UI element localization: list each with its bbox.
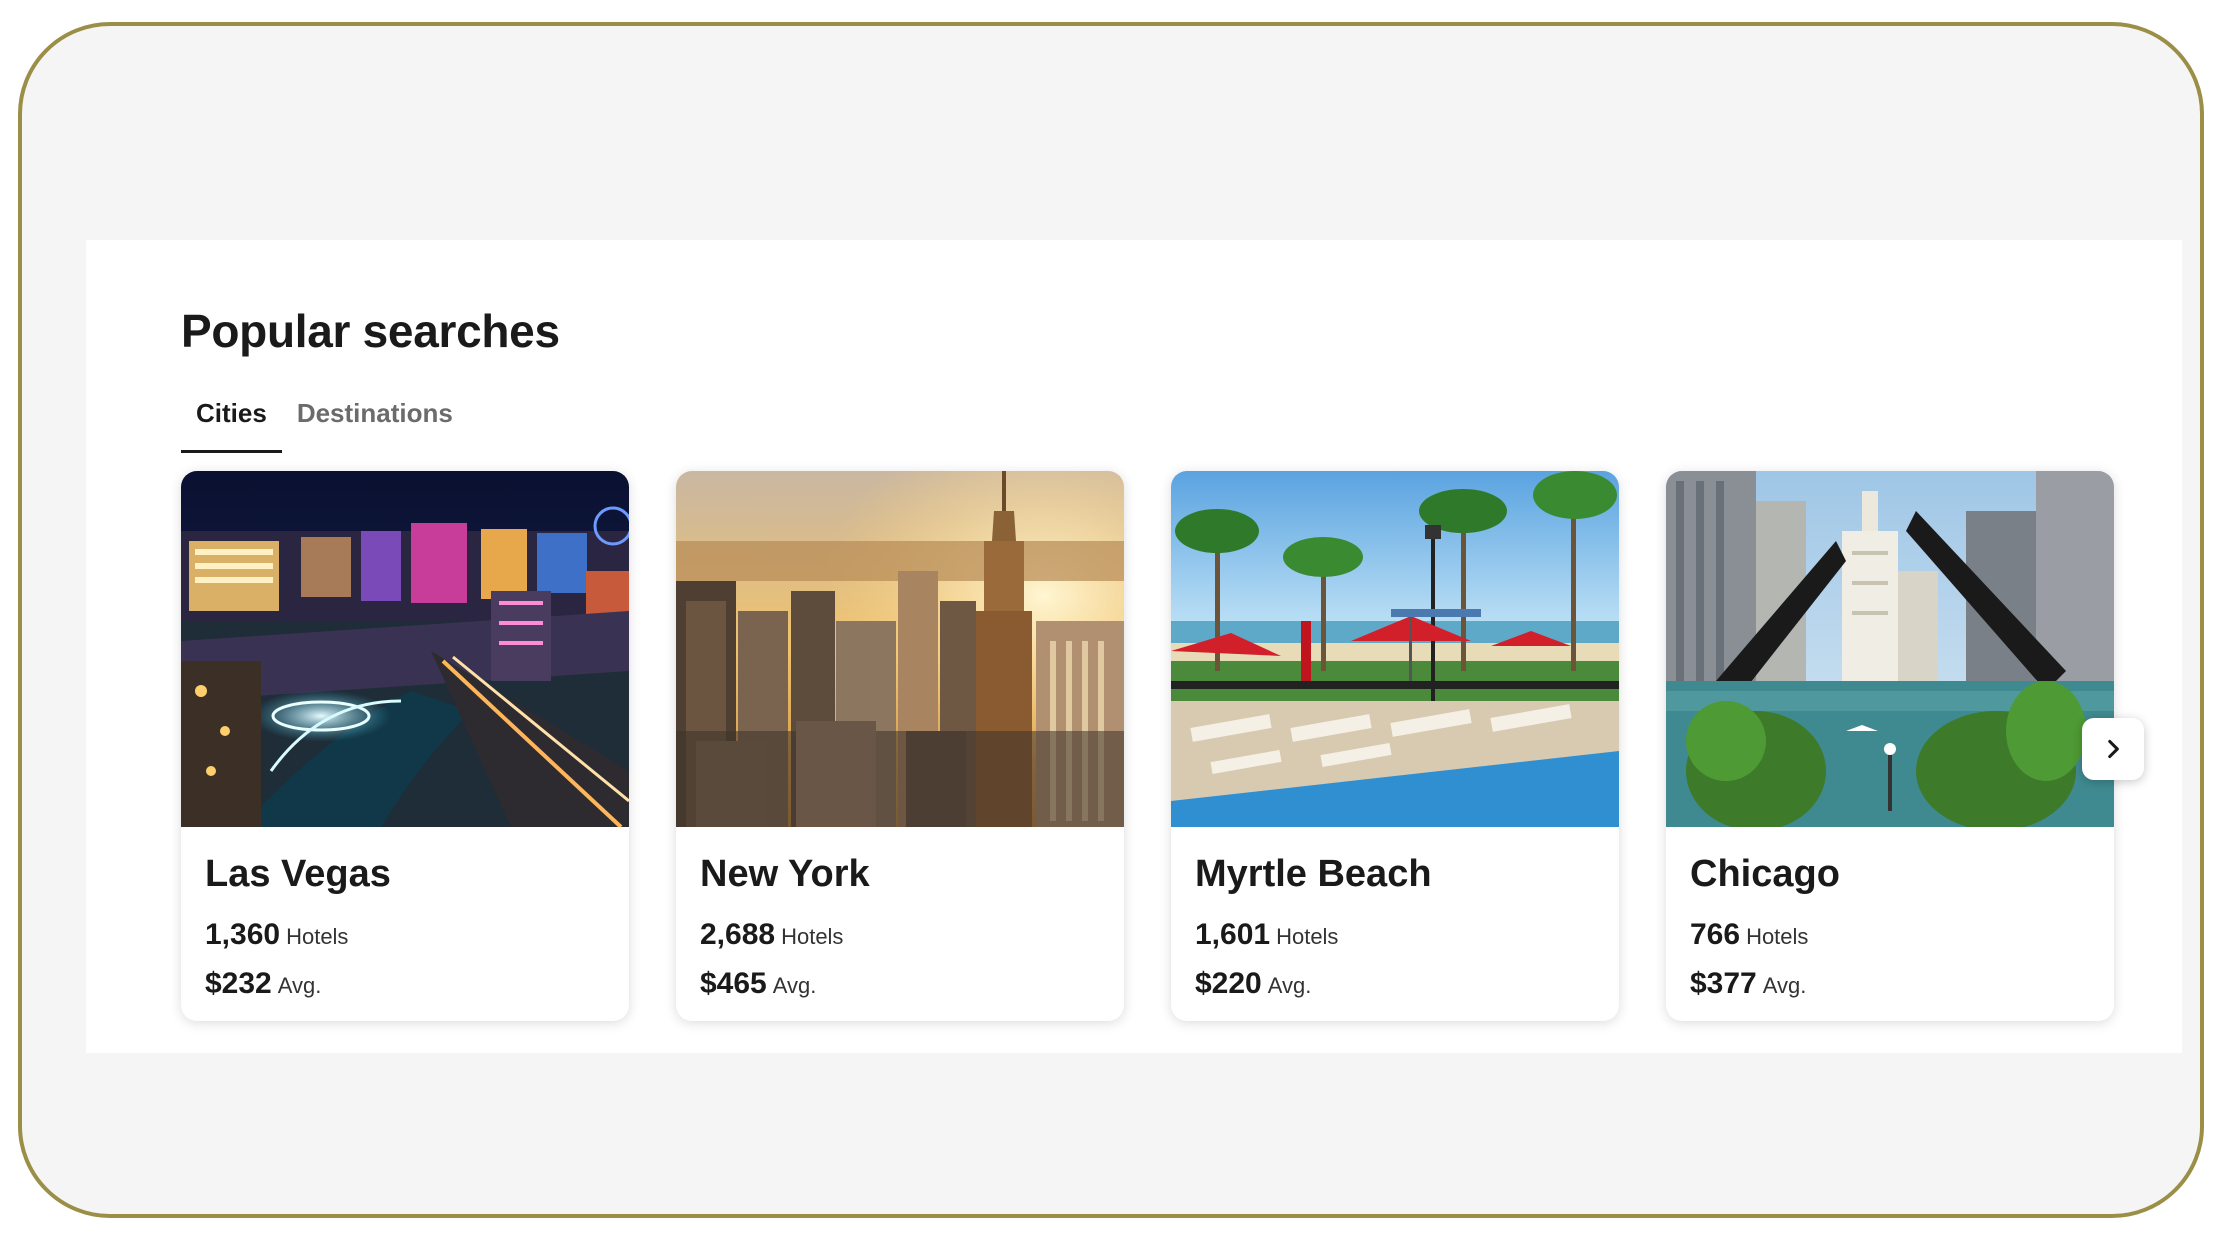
average-price-value: $465 — [700, 966, 767, 1000]
hotel-count-value: 1,601 — [1195, 917, 1271, 951]
hotel-count: 1,360 Hotels — [205, 915, 605, 954]
card-body: Las Vegas 1,360 Hotels $232 Avg. — [181, 827, 629, 1003]
city-card-las-vegas[interactable]: Las Vegas 1,360 Hotels $232 Avg. — [181, 471, 629, 1021]
popular-searches-section: Popular searches Cities Destinations Las… — [86, 240, 2182, 1053]
average-price-label: Avg. — [1762, 972, 1807, 998]
hotel-count-label: Hotels — [1746, 923, 1809, 949]
average-price-label: Avg. — [277, 972, 322, 998]
city-card-myrtle-beach[interactable]: Myrtle Beach 1,601 Hotels $220 Avg. — [1171, 471, 1619, 1021]
city-name: Myrtle Beach — [1195, 853, 1432, 895]
section-title: Popular searches — [181, 305, 560, 357]
average-price: $232 Avg. — [205, 964, 605, 1003]
average-price: $220 Avg. — [1195, 964, 1595, 1003]
chevron-right-icon — [2108, 739, 2119, 759]
average-price-label: Avg. — [1267, 972, 1312, 998]
average-price-value: $377 — [1690, 966, 1757, 1000]
tab-destinations[interactable]: Destinations — [282, 390, 468, 453]
average-price: $465 Avg. — [700, 964, 1100, 1003]
city-card-chicago[interactable]: Chicago 766 Hotels $377 Avg. — [1666, 471, 2114, 1021]
screenshot-frame: Popular searches Cities Destinations Las… — [18, 22, 2204, 1218]
hotel-count-value: 2,688 — [700, 917, 776, 951]
hotel-count: 1,601 Hotels — [1195, 915, 1595, 954]
tab-cities[interactable]: Cities — [181, 390, 282, 453]
average-price-value: $232 — [205, 966, 272, 1000]
card-carousel: Las Vegas 1,360 Hotels $232 Avg. New Yor… — [181, 471, 2114, 1021]
average-price: $377 Avg. — [1690, 964, 2090, 1003]
hotel-count-label: Hotels — [286, 923, 349, 949]
hotel-count: 766 Hotels — [1690, 915, 2090, 954]
carousel-next-button[interactable] — [2082, 718, 2144, 780]
card-body: New York 2,688 Hotels $465 Avg. — [676, 827, 1124, 1003]
hotel-count: 2,688 Hotels — [700, 915, 1100, 954]
city-name: New York — [700, 853, 870, 895]
chicago-photo — [1666, 471, 2114, 827]
city-name: Chicago — [1690, 853, 1840, 895]
hotel-count-value: 1,360 — [205, 917, 281, 951]
new-york-photo — [676, 471, 1124, 827]
tab-bar: Cities Destinations — [181, 390, 468, 462]
hotel-count-label: Hotels — [1276, 923, 1339, 949]
myrtle-beach-photo — [1171, 471, 1619, 827]
average-price-value: $220 — [1195, 966, 1262, 1000]
average-price-label: Avg. — [772, 972, 817, 998]
city-card-new-york[interactable]: New York 2,688 Hotels $465 Avg. — [676, 471, 1124, 1021]
hotel-count-value: 766 — [1690, 917, 1741, 951]
las-vegas-photo — [181, 471, 629, 827]
hotel-count-label: Hotels — [781, 923, 844, 949]
card-body: Chicago 766 Hotels $377 Avg. — [1666, 827, 2114, 1003]
city-name: Las Vegas — [205, 853, 391, 895]
card-body: Myrtle Beach 1,601 Hotels $220 Avg. — [1171, 827, 1619, 1003]
